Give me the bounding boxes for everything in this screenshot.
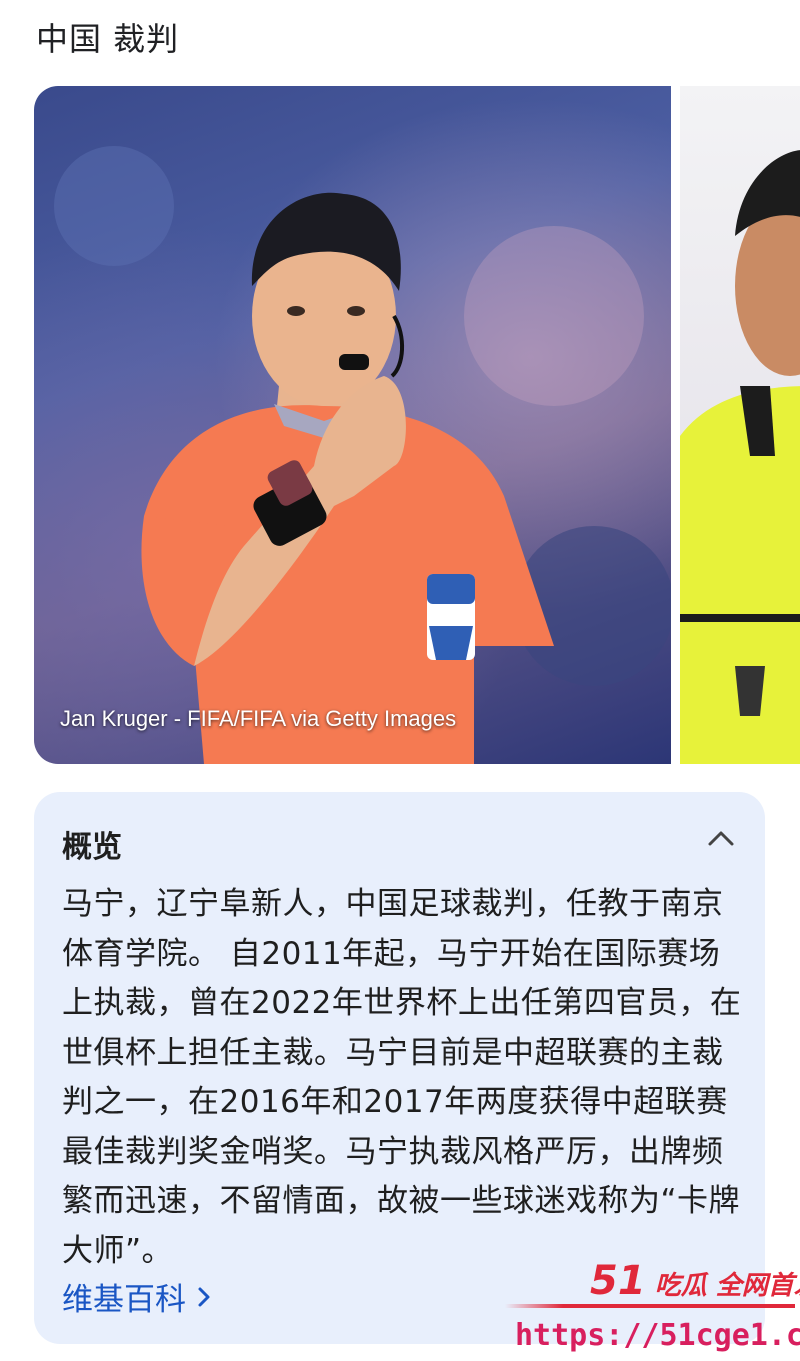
- wikipedia-link[interactable]: 维基百科: [62, 1274, 212, 1319]
- image-caption: Jan Kruger - FIFA/FIFA via Getty Images: [60, 706, 457, 731]
- chevron-up-icon[interactable]: [707, 828, 735, 848]
- referee-photo-illustration-2: [680, 150, 800, 764]
- watermark-brand: 51 吃瓜 全网首发: [590, 1258, 800, 1304]
- chevron-right-icon: [198, 1287, 210, 1306]
- carousel-image-referee-2[interactable]: [680, 86, 800, 764]
- wikipedia-link-label: 维基百科: [62, 1282, 186, 1318]
- watermark-number: 51: [590, 1258, 646, 1304]
- watermark-url: https://51cge1.com: [515, 1318, 800, 1353]
- referee-photo-illustration: [54, 146, 671, 764]
- overview-title: 概览: [62, 830, 122, 865]
- carousel-image-referee[interactable]: Jan Kruger - FIFA/FIFA via Getty Images: [34, 86, 671, 764]
- watermark-label: 吃瓜 全网首发: [654, 1271, 800, 1301]
- image-carousel[interactable]: Jan Kruger - FIFA/FIFA via Getty Images: [0, 86, 800, 764]
- page-title: 中国 裁判: [36, 20, 180, 58]
- overview-description: 马宁，辽宁阜新人，中国足球裁判，任教于南京体育学院。 自2011年起，马宁开始在…: [62, 886, 742, 1269]
- watermark-divider: [505, 1304, 795, 1308]
